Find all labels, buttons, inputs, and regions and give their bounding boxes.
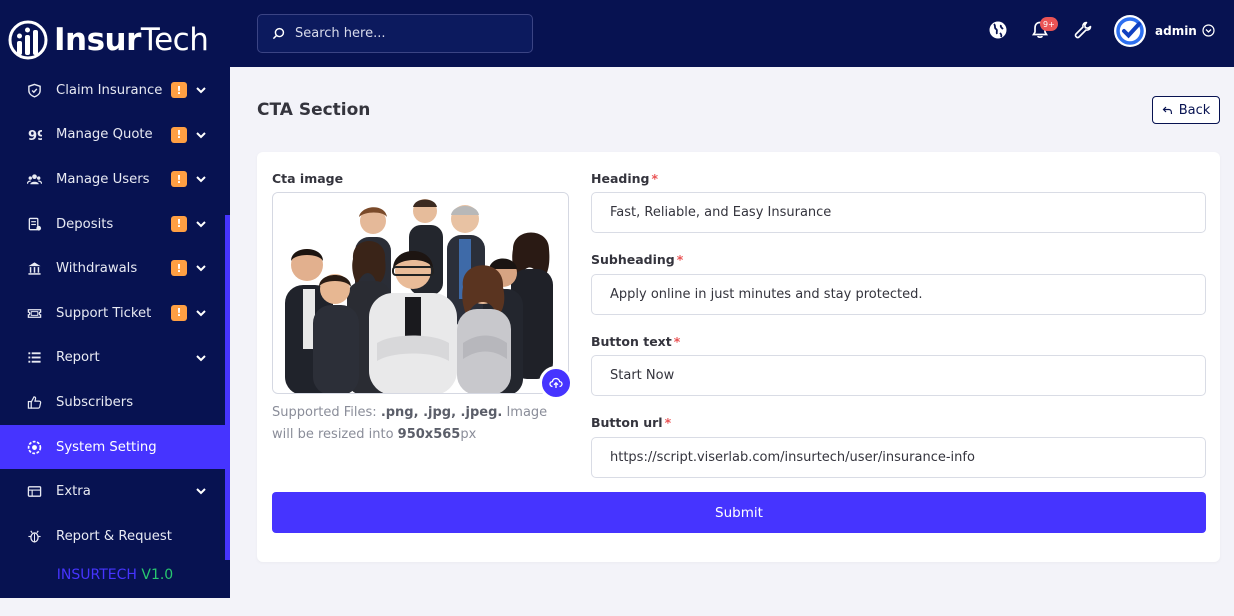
chevron-down-icon[interactable] <box>1202 24 1215 37</box>
globe-icon[interactable] <box>988 20 1008 40</box>
chevron-down-icon <box>196 221 206 228</box>
chevron-down-icon <box>196 87 206 94</box>
thumbs-up-icon <box>26 394 42 410</box>
supported-files-note: Supported Files: .png, .jpg, .jpeg. Imag… <box>272 405 548 442</box>
sidebar-item-label: Deposits <box>56 216 114 232</box>
button-text-label: Button text * <box>591 334 681 349</box>
sidebar-item-deposits[interactable]: Deposits ! <box>0 202 225 247</box>
chevron-down-icon <box>196 265 206 272</box>
chevron-down-icon <box>196 131 206 139</box>
page-title: CTA Section <box>257 100 371 120</box>
chevron-down-icon <box>196 176 206 183</box>
sidebar-item-system-setting[interactable]: System Setting <box>0 424 225 470</box>
chevron-down-icon <box>196 488 206 495</box>
bug-icon <box>26 528 42 544</box>
wrench-icon[interactable] <box>1073 20 1093 40</box>
sidebar-scrollbar[interactable] <box>225 215 230 560</box>
image-label: Cta image <box>272 171 344 186</box>
warning-badge: ! <box>171 171 187 188</box>
sidebar-item-label: Extra <box>56 484 91 500</box>
brand-name: InsurTech <box>54 22 209 58</box>
sidebar-item-label: System Setting <box>56 439 157 455</box>
sidebar-item-claim-insurance[interactable]: Claim Insurance ! <box>0 68 225 113</box>
sidebar-nav: Claim Insurance ! 99 Manage Quote ! Mana… <box>0 68 225 559</box>
quote-icon: 99 <box>26 127 42 143</box>
sidebar-item-label: Report <box>56 350 100 366</box>
version-label: INSURTECH V1.0 <box>56 567 174 583</box>
brand-logo[interactable]: InsurTech <box>8 14 209 66</box>
logo-icon <box>8 20 48 60</box>
warning-badge: ! <box>171 126 187 143</box>
sidebar-item-report-request[interactable]: Report & Request <box>0 514 225 559</box>
sidebar-item-support-ticket[interactable]: Support Ticket ! <box>0 291 225 336</box>
list-icon <box>26 350 42 366</box>
sidebar-item-extra[interactable]: Extra <box>0 469 225 514</box>
sidebar-item-label: Withdrawals <box>56 261 138 277</box>
heading-input[interactable] <box>591 192 1206 233</box>
sidebar-item-label: Subscribers <box>56 394 134 410</box>
back-arrow-icon <box>1162 106 1172 114</box>
warning-badge: ! <box>171 304 187 321</box>
subheading-input[interactable] <box>591 274 1206 315</box>
users-icon <box>26 171 42 187</box>
button-text-input[interactable] <box>591 355 1206 396</box>
notification-badge: 9+ <box>1040 17 1058 31</box>
submit-button[interactable]: Submit <box>272 492 1206 533</box>
chevron-down-icon <box>196 310 206 317</box>
search-input[interactable] <box>295 26 525 41</box>
business-team-photo <box>273 193 568 393</box>
button-url-input[interactable] <box>591 437 1206 478</box>
svg-text:99: 99 <box>27 130 41 143</box>
back-button[interactable]: Back <box>1152 96 1220 124</box>
sidebar-item-label: Manage Quote <box>56 127 153 143</box>
chevron-down-icon <box>196 354 206 361</box>
search-box[interactable] <box>257 14 533 53</box>
avatar-check-icon <box>1116 17 1144 45</box>
sidebar-item-manage-users[interactable]: Manage Users ! <box>0 157 225 202</box>
sidebar-item-manage-quote[interactable]: 99 Manage Quote ! <box>0 113 225 158</box>
heading-label: Heading * <box>591 171 659 186</box>
bank-icon <box>26 261 42 277</box>
cta-form-card: Cta image Supported Files: .png, .jpg, .… <box>257 152 1220 562</box>
subheading-label: Subheading * <box>591 252 684 267</box>
deposit-icon <box>26 216 42 232</box>
sidebar-item-label: Support Ticket <box>56 305 152 321</box>
button-url-label: Button url * <box>591 415 672 430</box>
warning-badge: ! <box>171 215 187 232</box>
back-button-label: Back <box>1178 102 1211 118</box>
sidebar-item-report[interactable]: Report <box>0 336 225 381</box>
sidebar-item-withdrawals[interactable]: Withdrawals ! <box>0 246 225 291</box>
sidebar-item-label: Report & Request <box>56 528 172 544</box>
ticket-icon <box>26 305 42 321</box>
warning-badge: ! <box>171 260 187 277</box>
avatar[interactable] <box>1114 15 1146 47</box>
cta-image-preview <box>272 192 569 394</box>
warning-badge: ! <box>171 82 187 98</box>
gear-icon <box>26 439 42 455</box>
upload-image-button[interactable] <box>539 366 573 400</box>
topbar: 9+ admin <box>230 0 1234 67</box>
sidebar-item-label: Claim Insurance <box>56 82 163 98</box>
admin-name[interactable]: admin <box>1155 24 1197 38</box>
sidebar-item-subscribers[interactable]: Subscribers <box>0 380 225 425</box>
sidebar: InsurTech Claim Insurance ! 99 Manage Qu… <box>0 0 230 598</box>
shield-icon <box>26 82 42 98</box>
extra-icon <box>26 484 42 500</box>
search-icon <box>272 27 285 40</box>
sidebar-item-label: Manage Users <box>56 171 150 187</box>
cloud-upload-icon <box>549 377 563 388</box>
